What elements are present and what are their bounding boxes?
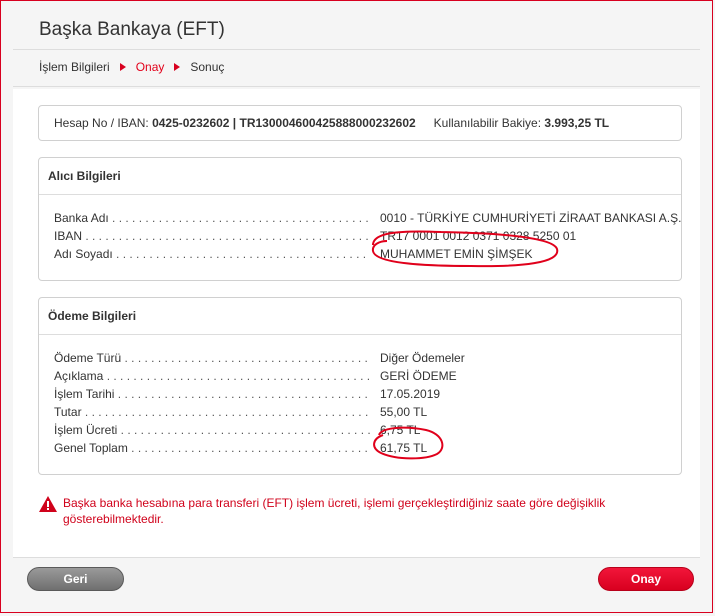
warning-message: Başka banka hesabına para transferi (EFT…: [39, 495, 683, 527]
row-label: Genel Toplam: [54, 439, 370, 457]
detail-row: Genel Toplam 61,75 TL: [54, 439, 681, 457]
row-value: GERİ ÖDEME: [380, 369, 457, 383]
detail-row: Tutar 55,00 TL: [54, 403, 681, 421]
account-summary: Hesap No / IBAN: 0425-0232602 | TR130004…: [38, 105, 682, 141]
row-value: 17.05.2019: [380, 387, 441, 401]
row-label: Açıklama: [54, 367, 370, 385]
divider: [13, 557, 700, 558]
step-arrow-icon: [174, 63, 181, 71]
row-label: Tutar: [54, 403, 370, 421]
eft-window: Başka Bankaya (EFT) İşlem Bilgileri Onay…: [0, 0, 713, 613]
warning-text: Başka banka hesabına para transferi (EFT…: [63, 496, 606, 526]
row-value: TR17 0001 0012 0371 0328 5250 01: [380, 229, 577, 243]
account-value: 0425-0232602 | TR13000460042588800023260…: [152, 116, 416, 130]
step-onay: Onay: [135, 60, 165, 74]
recipient-section: Alıcı Bilgileri Banka Adı 0010 - TÜRKİYE…: [38, 157, 682, 281]
back-button[interactable]: Geri: [27, 567, 124, 591]
step-sonuc: Sonuç: [190, 60, 225, 74]
detail-row: İşlem Tarihi 17.05.2019: [54, 385, 681, 403]
row-value: 6,75 TL: [380, 423, 421, 437]
balance-label: Kullanılabilir Bakiye:: [433, 116, 542, 130]
row-label: Ödeme Türü: [54, 349, 370, 367]
account-label: Hesap No / IBAN:: [54, 116, 149, 130]
breadcrumb: İşlem Bilgileri Onay Sonuç: [39, 59, 224, 75]
detail-row: Banka Adı 0010 - TÜRKİYE CUMHURİYETİ ZİR…: [54, 209, 681, 227]
payment-header: Ödeme Bilgileri: [39, 298, 681, 335]
row-value: MUHAMMET EMİN ŞİMŞEK: [380, 247, 533, 261]
row-label: İşlem Ücreti: [54, 421, 370, 439]
divider: [13, 49, 700, 50]
page-title: Başka Bankaya (EFT): [39, 19, 225, 40]
detail-row: Açıklama GERİ ÖDEME: [54, 367, 681, 385]
row-value: 61,75 TL: [380, 441, 428, 455]
detail-row: Adı Soyadı MUHAMMET EMİN ŞİMŞEK: [54, 245, 681, 263]
detail-row: İşlem Ücreti 6,75 TL: [54, 421, 681, 439]
payment-section: Ödeme Bilgileri Ödeme Türü Diğer Ödemele…: [38, 297, 682, 475]
recipient-header: Alıcı Bilgileri: [39, 158, 681, 195]
confirm-button[interactable]: Onay: [598, 567, 694, 591]
row-label: IBAN: [54, 227, 370, 245]
detail-row: IBAN TR17 0001 0012 0371 0328 5250 01: [54, 227, 681, 245]
row-value: 55,00 TL: [380, 405, 428, 419]
row-label: İşlem Tarihi: [54, 385, 370, 403]
row-value: 0010 - TÜRKİYE CUMHURİYETİ ZİRAAT BANKAS…: [380, 211, 682, 225]
balance-value: 3.993,25 TL: [544, 116, 610, 130]
content-panel: Hesap No / IBAN: 0425-0232602 | TR130004…: [13, 89, 700, 557]
divider: [13, 86, 700, 87]
row-label: Banka Adı: [54, 209, 370, 227]
row-value: Diğer Ödemeler: [380, 351, 465, 365]
detail-row: Ödeme Türü Diğer Ödemeler: [54, 349, 681, 367]
warning-triangle-icon: [39, 496, 57, 516]
row-label: Adı Soyadı: [54, 245, 370, 263]
step-islem-bilgileri: İşlem Bilgileri: [39, 60, 110, 74]
step-arrow-icon: [119, 63, 126, 71]
